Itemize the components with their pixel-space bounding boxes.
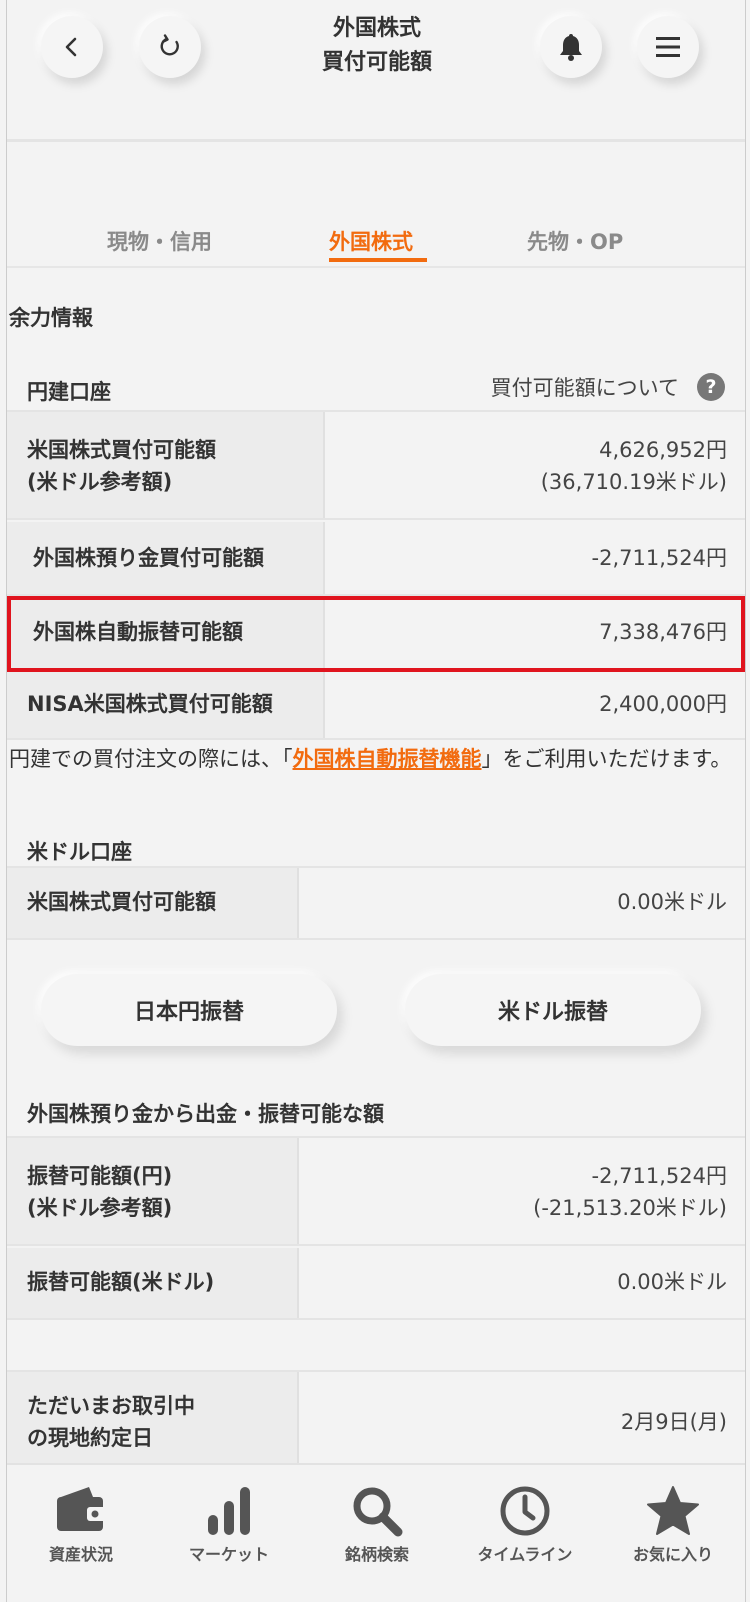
row-label: NISA米国株式買付可能額	[7, 672, 325, 738]
star-icon	[647, 1486, 699, 1535]
nav-item-assets[interactable]: 資産状況	[7, 1465, 155, 1602]
row-value-line1: 4,626,952円	[599, 438, 727, 462]
yen-account-title: 円建口座	[27, 380, 111, 404]
row-label-line1: ただいまお取引中	[27, 1394, 195, 1418]
nav-label-assets: 資産状況	[48, 1545, 113, 1564]
nav-label-favorites: お気に入り	[632, 1545, 713, 1564]
row-label-line2: (米ドル参考額)	[27, 1196, 173, 1220]
back-button[interactable]	[41, 16, 103, 78]
row-label-line2: (米ドル参考額)	[27, 470, 173, 494]
nav-item-market[interactable]: マーケット	[155, 1465, 303, 1602]
refresh-icon	[160, 34, 179, 56]
row-value: -2,711,524円 (-21,513.20米ドル)	[533, 1160, 727, 1224]
row-label-line2: の現地約定日	[27, 1426, 153, 1450]
table-row: 外国株自動振替可能額 7,338,476円	[7, 598, 745, 670]
row-label: 米国株式買付可能額 (米ドル参考額)	[7, 412, 325, 518]
withdraw-section-title: 外国株預り金から出金・振替可能な額	[27, 1102, 384, 1126]
refresh-button[interactable]	[139, 16, 201, 78]
usd-account-title: 米ドル口座	[27, 840, 132, 864]
wallet-icon	[57, 1487, 107, 1531]
question-icon: ?	[697, 373, 725, 401]
row-value: 2,400,000円	[599, 692, 727, 716]
row-value: 2月9日(月)	[620, 1410, 727, 1434]
note-text-after: 」をご利用いただけます。	[481, 747, 732, 771]
row-value: 0.00米ドル	[617, 1270, 727, 1294]
table-row: NISA米国株式買付可能額 2,400,000円	[7, 672, 745, 740]
auto-transfer-note: 円建での買付注文の際には、「外国株自動振替機能」をご利用いただけます。	[9, 742, 739, 776]
row-value-line1: -2,711,524円	[591, 1164, 727, 1188]
row-label: 米国株式買付可能額	[7, 868, 299, 938]
row-value: 4,626,952円 (36,710.19米ドル)	[541, 434, 727, 498]
notification-button[interactable]	[540, 16, 602, 78]
bottom-nav: 資産状況 マーケット 銘柄検索 タイムライン お気に入り	[7, 1463, 745, 1602]
section-title: 余力情報	[9, 306, 93, 330]
row-value-line2: (-21,513.20米ドル)	[533, 1196, 727, 1220]
table-row: 振替可能額(米ドル) 0.00米ドル	[7, 1248, 745, 1320]
usd-transfer-button[interactable]: 米ドル振替	[405, 974, 701, 1046]
table-row: 外国株預り金買付可能額 -2,711,524円	[7, 522, 745, 596]
tab-spot-margin[interactable]: 現物・信用	[107, 226, 212, 256]
help-link-label: 買付可能額について	[490, 376, 679, 400]
purchase-power-help-link[interactable]: 買付可能額について ?	[491, 372, 725, 402]
nav-label-stock-search: 銘柄検索	[344, 1545, 409, 1564]
row-label: 外国株預り金買付可能額	[7, 522, 325, 594]
app-frame: 外国株式 買付可能額 現物・信用 外国株式 先物・OP 余力情報 円建口座 買付…	[6, 0, 746, 1602]
menu-button[interactable]	[637, 16, 699, 78]
row-value-line2: (36,710.19米ドル)	[540, 470, 727, 494]
table-row: 米国株式買付可能額 0.00米ドル	[7, 868, 745, 940]
row-label: ただいまお取引中 の現地約定日	[7, 1372, 299, 1464]
header: 外国株式 買付可能額	[7, 0, 745, 142]
bell-icon	[560, 34, 582, 61]
auto-transfer-link[interactable]: 外国株自動振替機能	[293, 747, 482, 771]
nav-item-timeline[interactable]: タイムライン	[451, 1465, 599, 1602]
clock-icon	[500, 1486, 550, 1536]
nav-item-favorites[interactable]: お気に入り	[599, 1465, 745, 1602]
table-row: 米国株式買付可能額 (米ドル参考額) 4,626,952円 (36,710.19…	[7, 412, 745, 520]
row-value: 7,338,476円	[599, 620, 727, 644]
note-text-before: 円建での買付注文の際には、「	[9, 747, 293, 771]
table-row: ただいまお取引中 の現地約定日 2月9日(月)	[7, 1372, 745, 1464]
row-value: -2,711,524円	[591, 546, 727, 570]
row-label: 外国株自動振替可能額	[7, 598, 325, 668]
row-label-line1: 振替可能額(円)	[27, 1164, 173, 1188]
table-row: 振替可能額(円) (米ドル参考額) -2,711,524円 (-21,513.2…	[7, 1138, 745, 1246]
tab-foreign-stocks[interactable]: 外国株式	[329, 226, 413, 256]
nav-label-market: マーケット	[188, 1545, 269, 1564]
yen-transfer-button[interactable]: 日本円振替	[41, 974, 337, 1046]
account-tabs: 現物・信用 外国株式 先物・OP	[7, 218, 745, 268]
page-title-line2: 買付可能額	[321, 50, 432, 75]
search-icon	[353, 1487, 403, 1537]
hamburger-menu-icon	[656, 37, 680, 57]
page-title: 外国株式 買付可能額	[257, 12, 497, 80]
page-title-line1: 外国株式	[332, 16, 421, 41]
nav-label-timeline: タイムライン	[477, 1545, 573, 1564]
row-value: 0.00米ドル	[617, 890, 727, 914]
chevron-left-icon	[65, 37, 77, 57]
nav-item-stock-search[interactable]: 銘柄検索	[303, 1465, 451, 1602]
active-tab-indicator	[329, 258, 427, 262]
row-label: 振替可能額(円) (米ドル参考額)	[7, 1138, 299, 1244]
tab-futures-options[interactable]: 先物・OP	[527, 226, 623, 256]
row-label-line1: 米国株式買付可能額	[27, 438, 216, 462]
row-label: 振替可能額(米ドル)	[7, 1248, 299, 1318]
bar-chart-icon	[208, 1487, 250, 1535]
